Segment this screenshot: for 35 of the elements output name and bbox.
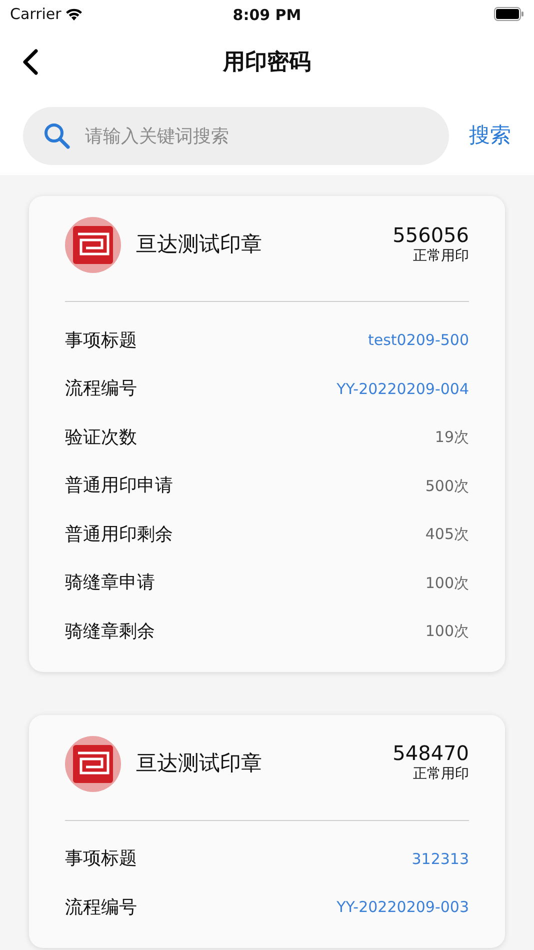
info-value: 19次: [434, 427, 469, 448]
info-label: 事项标题: [65, 328, 137, 353]
info-label: 验证次数: [65, 426, 137, 450]
seal-name: 亘达测试印章: [136, 231, 262, 258]
info-label: 流程编号: [65, 896, 137, 920]
seal-icon: [65, 736, 121, 792]
info-value: 500次: [425, 476, 469, 496]
carrier-label: Carrier: [10, 4, 62, 25]
info-link[interactable]: 312313: [412, 848, 469, 870]
info-label: 事项标题: [65, 847, 137, 872]
seal-icon: [65, 217, 121, 273]
info-value: 405次: [425, 524, 469, 545]
info-label: 骑缝章申请: [65, 571, 155, 596]
battery-icon: [494, 7, 524, 21]
info-label: 骑缝章剩余: [65, 620, 155, 644]
info-value: 100次: [425, 572, 469, 594]
search-input[interactable]: 请输入关键词搜索: [83, 122, 429, 150]
search-icon: [43, 122, 71, 150]
search-button[interactable]: 搜索: [469, 120, 511, 152]
info-link[interactable]: test0209-500: [368, 329, 469, 352]
info-link[interactable]: YY-20220209-004: [336, 378, 469, 400]
seal-status: 正常用印: [413, 765, 469, 784]
wifi-icon: [65, 8, 84, 20]
page-title: 用印密码: [223, 48, 311, 76]
info-label: 普通用印剩余: [65, 522, 173, 547]
info-label: 普通用印申请: [65, 474, 173, 498]
seal-code: 556056: [392, 224, 469, 246]
info-value: 100次: [425, 621, 469, 642]
seal-status: 正常用印: [413, 246, 469, 266]
seal-name: 亘达测试印章: [136, 750, 262, 777]
info-link[interactable]: YY-20220209-003: [336, 896, 469, 918]
info-label: 流程编号: [65, 377, 137, 402]
seal-code: 548470: [392, 742, 469, 764]
search-field[interactable]: 请输入关键词搜索: [23, 107, 449, 165]
time-label: 8:09 PM: [232, 5, 302, 26]
